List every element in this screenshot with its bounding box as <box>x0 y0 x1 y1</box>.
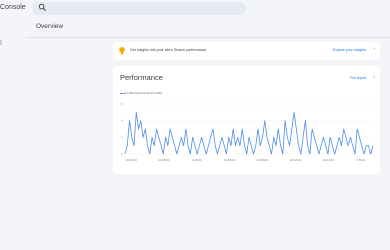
x-tick-label: 10/25/23 <box>158 158 170 162</box>
insights-text: Get insights into your site's Search per… <box>130 48 207 52</box>
y-tick-label: 0 <box>121 152 123 156</box>
y-tick-label: 4 <box>121 119 123 123</box>
x-tick-label: 11/6/23 <box>192 158 202 162</box>
x-tick-label: 1/5/24 <box>357 158 366 162</box>
search-bar[interactable] <box>32 2 246 15</box>
chevron-right-icon[interactable]: › <box>373 46 375 52</box>
clicks-series-line <box>124 111 374 155</box>
header-divider <box>26 37 390 38</box>
x-tick-label: 11/18/23 <box>224 158 236 162</box>
explore-insights-link[interactable]: Explore your insights <box>333 48 366 52</box>
x-tick-label: 12/12/23 <box>289 158 301 162</box>
page-title: Overview <box>36 23 64 30</box>
y-tick-label: 2 <box>121 135 123 139</box>
performance-card: Performance Full report › ■ 1,250 total … <box>113 66 380 174</box>
insights-banner: Get insights into your site's Search per… <box>113 42 380 60</box>
performance-chart: 6 4 2 010/13/23 10/25/23 11/6/23 11/18/23 11/30… <box>121 102 374 162</box>
lightbulb-icon <box>119 47 125 55</box>
app-brand: Console <box>0 4 26 11</box>
y-tick-label: 6 <box>121 102 123 106</box>
x-tick-label: 11/30/23 <box>257 158 269 162</box>
x-tick-label: 10/13/23 <box>125 158 137 162</box>
top-bar: Console <box>0 0 390 20</box>
x-tick-label: 12/24/23 <box>322 158 334 162</box>
sidebar-indicator <box>0 40 2 45</box>
search-icon[interactable] <box>38 3 47 12</box>
